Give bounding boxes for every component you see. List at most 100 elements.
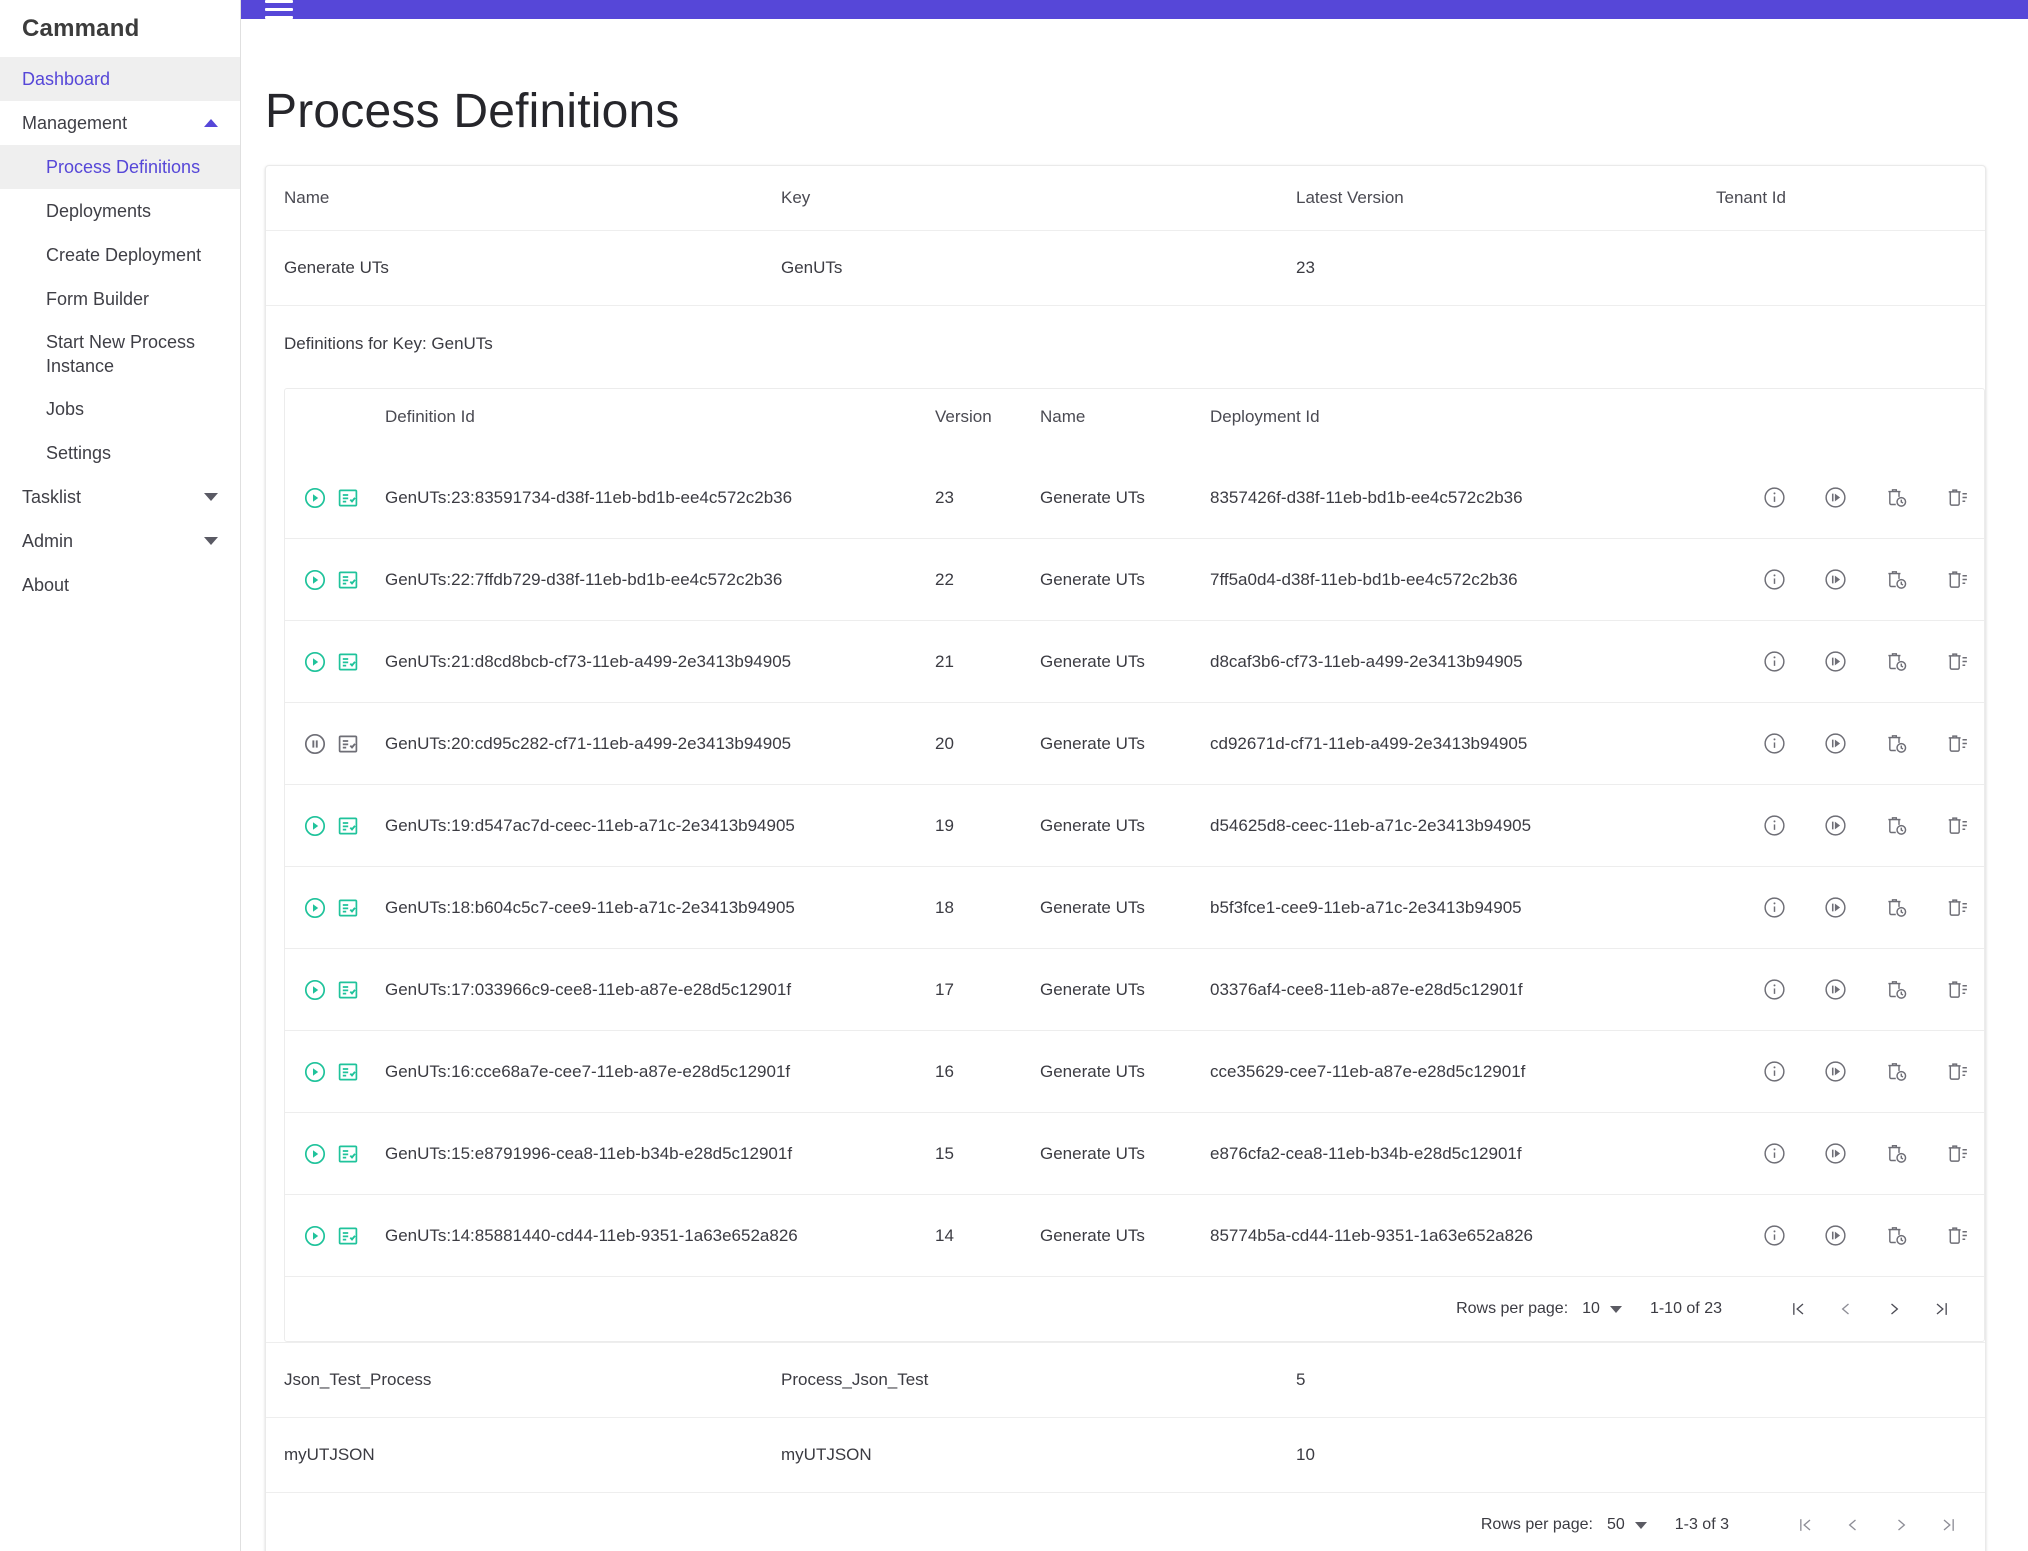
form-checklist-icon[interactable] xyxy=(336,486,360,510)
pause-circle-icon[interactable] xyxy=(303,732,327,756)
delete-definition-icon[interactable] xyxy=(1945,649,1970,674)
form-checklist-icon[interactable] xyxy=(336,650,360,674)
table-row[interactable]: GenUTs:18:b604c5c7-cee9-11eb-a71c-2e3413… xyxy=(285,867,1984,949)
rows-per-page-value[interactable]: 50 xyxy=(1607,1516,1625,1534)
previous-page-icon[interactable] xyxy=(1822,1299,1870,1319)
sidebar-item-jobs[interactable]: Jobs xyxy=(0,387,240,431)
info-icon[interactable] xyxy=(1762,895,1787,920)
form-checklist-icon[interactable] xyxy=(336,568,360,592)
start-instance-icon[interactable] xyxy=(1823,567,1848,592)
sidebar-item-settings[interactable]: Settings xyxy=(0,431,240,475)
delete-history-icon[interactable] xyxy=(1884,895,1909,920)
delete-definition-icon[interactable] xyxy=(1945,813,1970,838)
play-circle-icon[interactable] xyxy=(303,1142,327,1166)
table-row[interactable]: GenUTs:17:033966c9-cee8-11eb-a87e-e28d5c… xyxy=(285,949,1984,1031)
previous-page-icon[interactable] xyxy=(1829,1515,1877,1535)
form-checklist-icon[interactable] xyxy=(336,1142,360,1166)
table-row[interactable]: GenUTs:14:85881440-cd44-11eb-9351-1a63e6… xyxy=(285,1195,1984,1277)
info-icon[interactable] xyxy=(1762,1059,1787,1084)
column-header-key: Key xyxy=(781,166,1296,231)
play-circle-icon[interactable] xyxy=(303,568,327,592)
table-row[interactable]: GenUTs:19:d547ac7d-ceec-11eb-a71c-2e3413… xyxy=(285,785,1984,867)
delete-history-icon[interactable] xyxy=(1884,1141,1909,1166)
form-checklist-icon[interactable] xyxy=(336,814,360,838)
sidebar-item-admin[interactable]: Admin xyxy=(0,519,240,563)
delete-history-icon[interactable] xyxy=(1884,813,1909,838)
delete-definition-icon[interactable] xyxy=(1945,1059,1970,1084)
start-instance-icon[interactable] xyxy=(1823,731,1848,756)
rows-per-page-value[interactable]: 10 xyxy=(1582,1300,1600,1318)
play-circle-icon[interactable] xyxy=(303,896,327,920)
delete-history-icon[interactable] xyxy=(1884,567,1909,592)
info-icon[interactable] xyxy=(1762,731,1787,756)
play-circle-icon[interactable] xyxy=(303,814,327,838)
info-icon[interactable] xyxy=(1762,1223,1787,1248)
delete-history-icon[interactable] xyxy=(1884,649,1909,674)
sidebar-item-tasklist[interactable]: Tasklist xyxy=(0,475,240,519)
play-circle-icon[interactable] xyxy=(303,978,327,1002)
sidebar-item-create-deployment[interactable]: Create Deployment xyxy=(0,233,240,277)
table-row[interactable]: GenUTs:16:cce68a7e-cee7-11eb-a87e-e28d5c… xyxy=(285,1031,1984,1113)
info-icon[interactable] xyxy=(1762,813,1787,838)
table-row[interactable]: GenUTs:23:83591734-d38f-11eb-bd1b-ee4c57… xyxy=(285,457,1984,539)
sidebar-item-start-new-process-instance[interactable]: Start New Process Instance xyxy=(0,321,240,387)
last-page-icon[interactable] xyxy=(1918,1299,1966,1319)
start-instance-icon[interactable] xyxy=(1823,1223,1848,1248)
play-circle-icon[interactable] xyxy=(303,486,327,510)
delete-history-icon[interactable] xyxy=(1884,731,1909,756)
delete-definition-icon[interactable] xyxy=(1945,731,1970,756)
start-instance-icon[interactable] xyxy=(1823,485,1848,510)
delete-definition-icon[interactable] xyxy=(1945,1141,1970,1166)
first-page-icon[interactable] xyxy=(1781,1515,1829,1535)
hamburger-menu-icon[interactable] xyxy=(265,0,293,19)
sidebar-item-management[interactable]: Management xyxy=(0,101,240,145)
next-page-icon[interactable] xyxy=(1877,1515,1925,1535)
next-page-icon[interactable] xyxy=(1870,1299,1918,1319)
start-instance-icon[interactable] xyxy=(1823,977,1848,1002)
table-row[interactable]: GenUTs:15:e8791996-cea8-11eb-b34b-e28d5c… xyxy=(285,1113,1984,1195)
form-checklist-icon[interactable] xyxy=(336,732,360,756)
rows-per-page-chevron-down-icon[interactable] xyxy=(1635,1522,1647,1529)
sidebar-item-form-builder[interactable]: Form Builder xyxy=(0,277,240,321)
table-row[interactable]: Json_Test_Process Process_Json_Test 5 xyxy=(266,1343,1985,1418)
start-instance-icon[interactable] xyxy=(1823,895,1848,920)
table-row[interactable]: Generate UTs GenUTs 23 xyxy=(266,231,1985,306)
sidebar-item-deployments[interactable]: Deployments xyxy=(0,189,240,233)
form-checklist-icon[interactable] xyxy=(336,1224,360,1248)
info-icon[interactable] xyxy=(1762,977,1787,1002)
form-checklist-icon[interactable] xyxy=(336,896,360,920)
start-instance-icon[interactable] xyxy=(1823,1141,1848,1166)
sidebar-item-process-definitions[interactable]: Process Definitions xyxy=(0,145,240,189)
play-circle-icon[interactable] xyxy=(303,1224,327,1248)
start-instance-icon[interactable] xyxy=(1823,1059,1848,1084)
table-row[interactable]: myUTJSON myUTJSON 10 xyxy=(266,1418,1985,1493)
last-page-icon[interactable] xyxy=(1925,1515,1973,1535)
info-icon[interactable] xyxy=(1762,1141,1787,1166)
delete-definition-icon[interactable] xyxy=(1945,485,1970,510)
table-row[interactable]: GenUTs:21:d8cd8bcb-cf73-11eb-a499-2e3413… xyxy=(285,621,1984,703)
start-instance-icon[interactable] xyxy=(1823,649,1848,674)
table-row[interactable]: GenUTs:20:cd95c282-cf71-11eb-a499-2e3413… xyxy=(285,703,1984,785)
rows-per-page-chevron-down-icon[interactable] xyxy=(1610,1306,1622,1313)
info-icon[interactable] xyxy=(1762,649,1787,674)
delete-definition-icon[interactable] xyxy=(1945,1223,1970,1248)
delete-definition-icon[interactable] xyxy=(1945,895,1970,920)
delete-history-icon[interactable] xyxy=(1884,1223,1909,1248)
info-icon[interactable] xyxy=(1762,567,1787,592)
delete-history-icon[interactable] xyxy=(1884,485,1909,510)
start-instance-icon[interactable] xyxy=(1823,813,1848,838)
delete-definition-icon[interactable] xyxy=(1945,977,1970,1002)
form-checklist-icon[interactable] xyxy=(336,978,360,1002)
delete-history-icon[interactable] xyxy=(1884,977,1909,1002)
play-circle-icon[interactable] xyxy=(303,650,327,674)
info-icon[interactable] xyxy=(1762,485,1787,510)
first-page-icon[interactable] xyxy=(1774,1299,1822,1319)
delete-definition-icon[interactable] xyxy=(1945,567,1970,592)
sidebar-item-dashboard[interactable]: Dashboard xyxy=(0,57,240,101)
form-checklist-icon[interactable] xyxy=(336,1060,360,1084)
sidebar-item-about[interactable]: About xyxy=(0,563,240,607)
table-row[interactable]: GenUTs:22:7ffdb729-d38f-11eb-bd1b-ee4c57… xyxy=(285,539,1984,621)
cell-latest-version: 23 xyxy=(1296,231,1716,306)
play-circle-icon[interactable] xyxy=(303,1060,327,1084)
delete-history-icon[interactable] xyxy=(1884,1059,1909,1084)
